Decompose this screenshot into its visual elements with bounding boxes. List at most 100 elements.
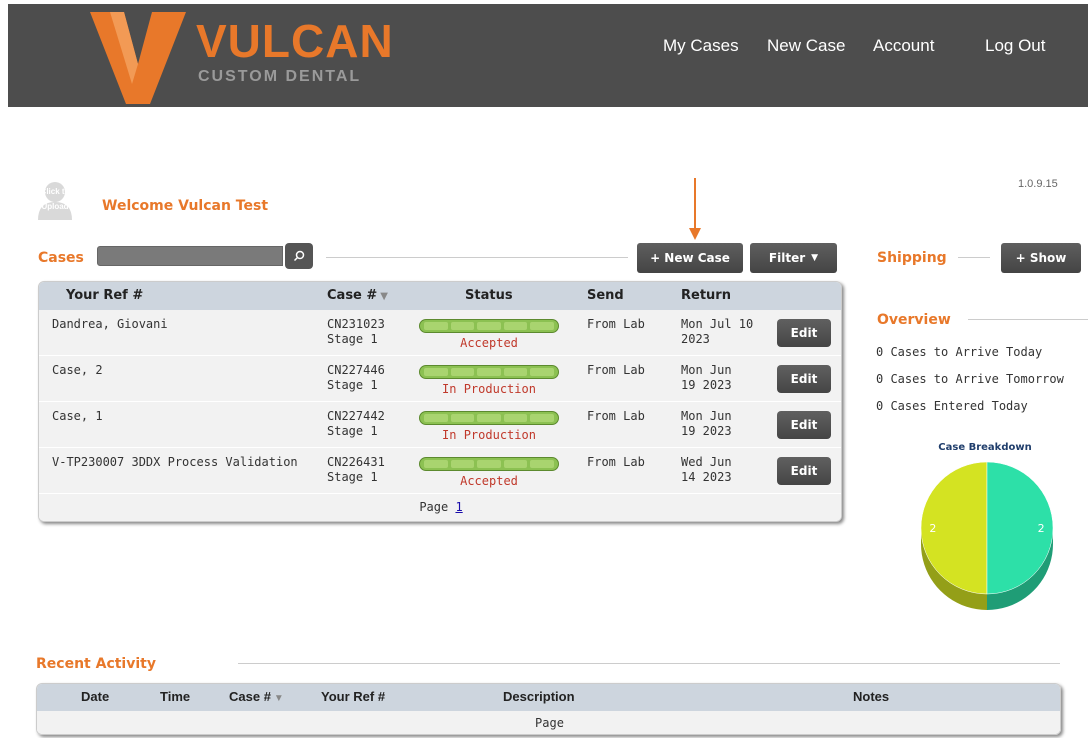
case-number: CN231023 bbox=[327, 317, 385, 331]
progress-bar bbox=[419, 365, 559, 379]
search-button[interactable] bbox=[285, 243, 313, 269]
cases-divider bbox=[326, 257, 628, 258]
table-row[interactable]: V-TP230007 3DDX Process Validation CN226… bbox=[39, 448, 841, 494]
status-label: In Production bbox=[442, 382, 536, 396]
status-label: In Production bbox=[442, 428, 536, 442]
nav-new-case[interactable]: New Case bbox=[767, 36, 845, 56]
overview-item: 0 Cases Entered Today bbox=[876, 399, 1028, 413]
status-label: Accepted bbox=[460, 336, 518, 350]
col-time[interactable]: Time bbox=[160, 689, 190, 704]
col-date[interactable]: Date bbox=[81, 689, 109, 704]
page-label: Page bbox=[419, 500, 449, 514]
return-date-line1: Mon Jun bbox=[681, 409, 732, 423]
return-date-line2: 19 2023 bbox=[681, 378, 732, 392]
row-ref: Dandrea, Giovani bbox=[52, 317, 168, 331]
case-stage: Stage 1 bbox=[327, 378, 378, 392]
filter-button[interactable]: Filter ▼ bbox=[750, 243, 837, 273]
row-send: From Lab bbox=[587, 409, 645, 423]
case-stage: Stage 1 bbox=[327, 470, 378, 484]
shipping-divider bbox=[958, 257, 990, 258]
nav-my-cases[interactable]: My Cases bbox=[663, 36, 739, 56]
case-number: CN227446 bbox=[327, 363, 385, 377]
logo-wordmark: VULCAN bbox=[196, 15, 394, 67]
col-case-number[interactable]: Case # ▼ bbox=[229, 689, 284, 704]
row-ref: V-TP230007 3DDX Process Validation bbox=[52, 455, 298, 469]
annotation-arrow-head bbox=[689, 228, 701, 240]
table-row[interactable]: Case, 2 CN227446 Stage 1 In Production Fr… bbox=[39, 356, 841, 402]
progress-bar bbox=[419, 411, 559, 425]
overview-item: 0 Cases to Arrive Tomorrow bbox=[876, 372, 1064, 386]
row-return: Mon Jul 10 2023 bbox=[681, 317, 753, 347]
avatar-upload-label: Click to Upload bbox=[40, 187, 70, 211]
cases-pagination: Page 1 bbox=[39, 494, 841, 521]
row-ref: Case, 2 bbox=[52, 363, 103, 377]
progress-bar bbox=[419, 457, 559, 471]
col-send[interactable]: Send bbox=[587, 288, 624, 303]
new-case-button[interactable]: + New Case bbox=[637, 243, 743, 273]
chevron-down-icon: ▼ bbox=[811, 253, 819, 263]
search-icon bbox=[293, 250, 305, 262]
cases-table-header: Your Ref # Case # ▼ Status Send Return bbox=[39, 282, 841, 310]
row-case-number: CN227446 Stage 1 bbox=[327, 363, 385, 393]
welcome-message: Welcome Vulcan Test bbox=[102, 198, 269, 214]
page-link[interactable]: 1 bbox=[455, 500, 462, 514]
annotation-arrow-shaft bbox=[694, 178, 696, 230]
edit-button[interactable]: Edit bbox=[777, 365, 831, 393]
version-label: 1.0.9.15 bbox=[1018, 178, 1058, 190]
chart-title: Case Breakdown bbox=[938, 442, 1032, 453]
case-stage: Stage 1 bbox=[327, 424, 378, 438]
col-your-ref[interactable]: Your Ref # bbox=[321, 689, 385, 704]
return-date-line1: Mon Jun bbox=[681, 363, 732, 377]
row-send: From Lab bbox=[587, 455, 645, 469]
logo-subtitle: CUSTOM DENTAL bbox=[198, 68, 362, 85]
row-case-number: CN231023 Stage 1 bbox=[327, 317, 385, 347]
progress-bar bbox=[419, 319, 559, 333]
cases-table: Your Ref # Case # ▼ Status Send Return Da… bbox=[38, 281, 842, 522]
overview-title: Overview bbox=[877, 312, 951, 328]
overview-item: 0 Cases to Arrive Today bbox=[876, 345, 1043, 359]
edit-button[interactable]: Edit bbox=[777, 411, 831, 439]
col-status[interactable]: Status bbox=[465, 288, 513, 303]
case-number: CN226431 bbox=[327, 455, 385, 469]
return-date-line2: 19 2023 bbox=[681, 424, 732, 438]
recent-activity-header: Date Time Case # ▼ Your Ref # Description… bbox=[37, 684, 1060, 711]
recent-activity-divider bbox=[238, 663, 1060, 664]
return-date-line2: 2023 bbox=[681, 332, 710, 346]
status-label: Accepted bbox=[460, 474, 518, 488]
table-row[interactable]: Dandrea, Giovani CN231023 Stage 1 Accepte… bbox=[39, 310, 841, 356]
recent-activity-title: Recent Activity bbox=[36, 656, 156, 672]
row-send: From Lab bbox=[587, 317, 645, 331]
row-return: Wed Jun 14 2023 bbox=[681, 455, 732, 485]
pie-data-label: 2 bbox=[1038, 522, 1045, 535]
cases-search-input[interactable] bbox=[97, 246, 283, 266]
edit-button[interactable]: Edit bbox=[777, 319, 831, 347]
row-case-number: CN227442 Stage 1 bbox=[327, 409, 385, 439]
table-row[interactable]: Case, 1 CN227442 Stage 1 In Production Fr… bbox=[39, 402, 841, 448]
app-header: VULCAN CUSTOM DENTAL My Cases New Case A… bbox=[8, 4, 1088, 107]
col-case-number[interactable]: Case # ▼ bbox=[327, 288, 388, 303]
row-send: From Lab bbox=[587, 363, 645, 377]
return-date-line1: Wed Jun bbox=[681, 455, 732, 469]
shipping-show-button[interactable]: + Show bbox=[1001, 243, 1081, 273]
edit-button[interactable]: Edit bbox=[777, 457, 831, 485]
row-return: Mon Jun 19 2023 bbox=[681, 409, 732, 439]
nav-log-out[interactable]: Log Out bbox=[985, 36, 1046, 56]
recent-activity-table: Date Time Case # ▼ Your Ref # Description… bbox=[36, 683, 1061, 735]
col-your-ref[interactable]: Your Ref # bbox=[66, 288, 143, 303]
case-breakdown-pie-chart: 22 bbox=[920, 461, 1054, 610]
avatar-upload[interactable]: Click to Upload bbox=[38, 180, 90, 220]
case-stage: Stage 1 bbox=[327, 332, 378, 346]
cases-title: Cases bbox=[38, 250, 84, 266]
row-ref: Case, 1 bbox=[52, 409, 103, 423]
pie-data-label: 2 bbox=[929, 522, 936, 535]
col-return[interactable]: Return bbox=[681, 288, 731, 303]
sort-down-icon: ▼ bbox=[273, 693, 284, 704]
nav-account[interactable]: Account bbox=[873, 36, 934, 56]
col-notes[interactable]: Notes bbox=[853, 689, 889, 704]
col-description[interactable]: Description bbox=[503, 689, 575, 704]
return-date-line1: Mon Jul 10 bbox=[681, 317, 754, 331]
col-case-number-label: Case # bbox=[229, 689, 271, 704]
logo-v-mark bbox=[90, 12, 186, 104]
col-case-number-label: Case # bbox=[327, 288, 378, 303]
shipping-title: Shipping bbox=[877, 250, 947, 266]
